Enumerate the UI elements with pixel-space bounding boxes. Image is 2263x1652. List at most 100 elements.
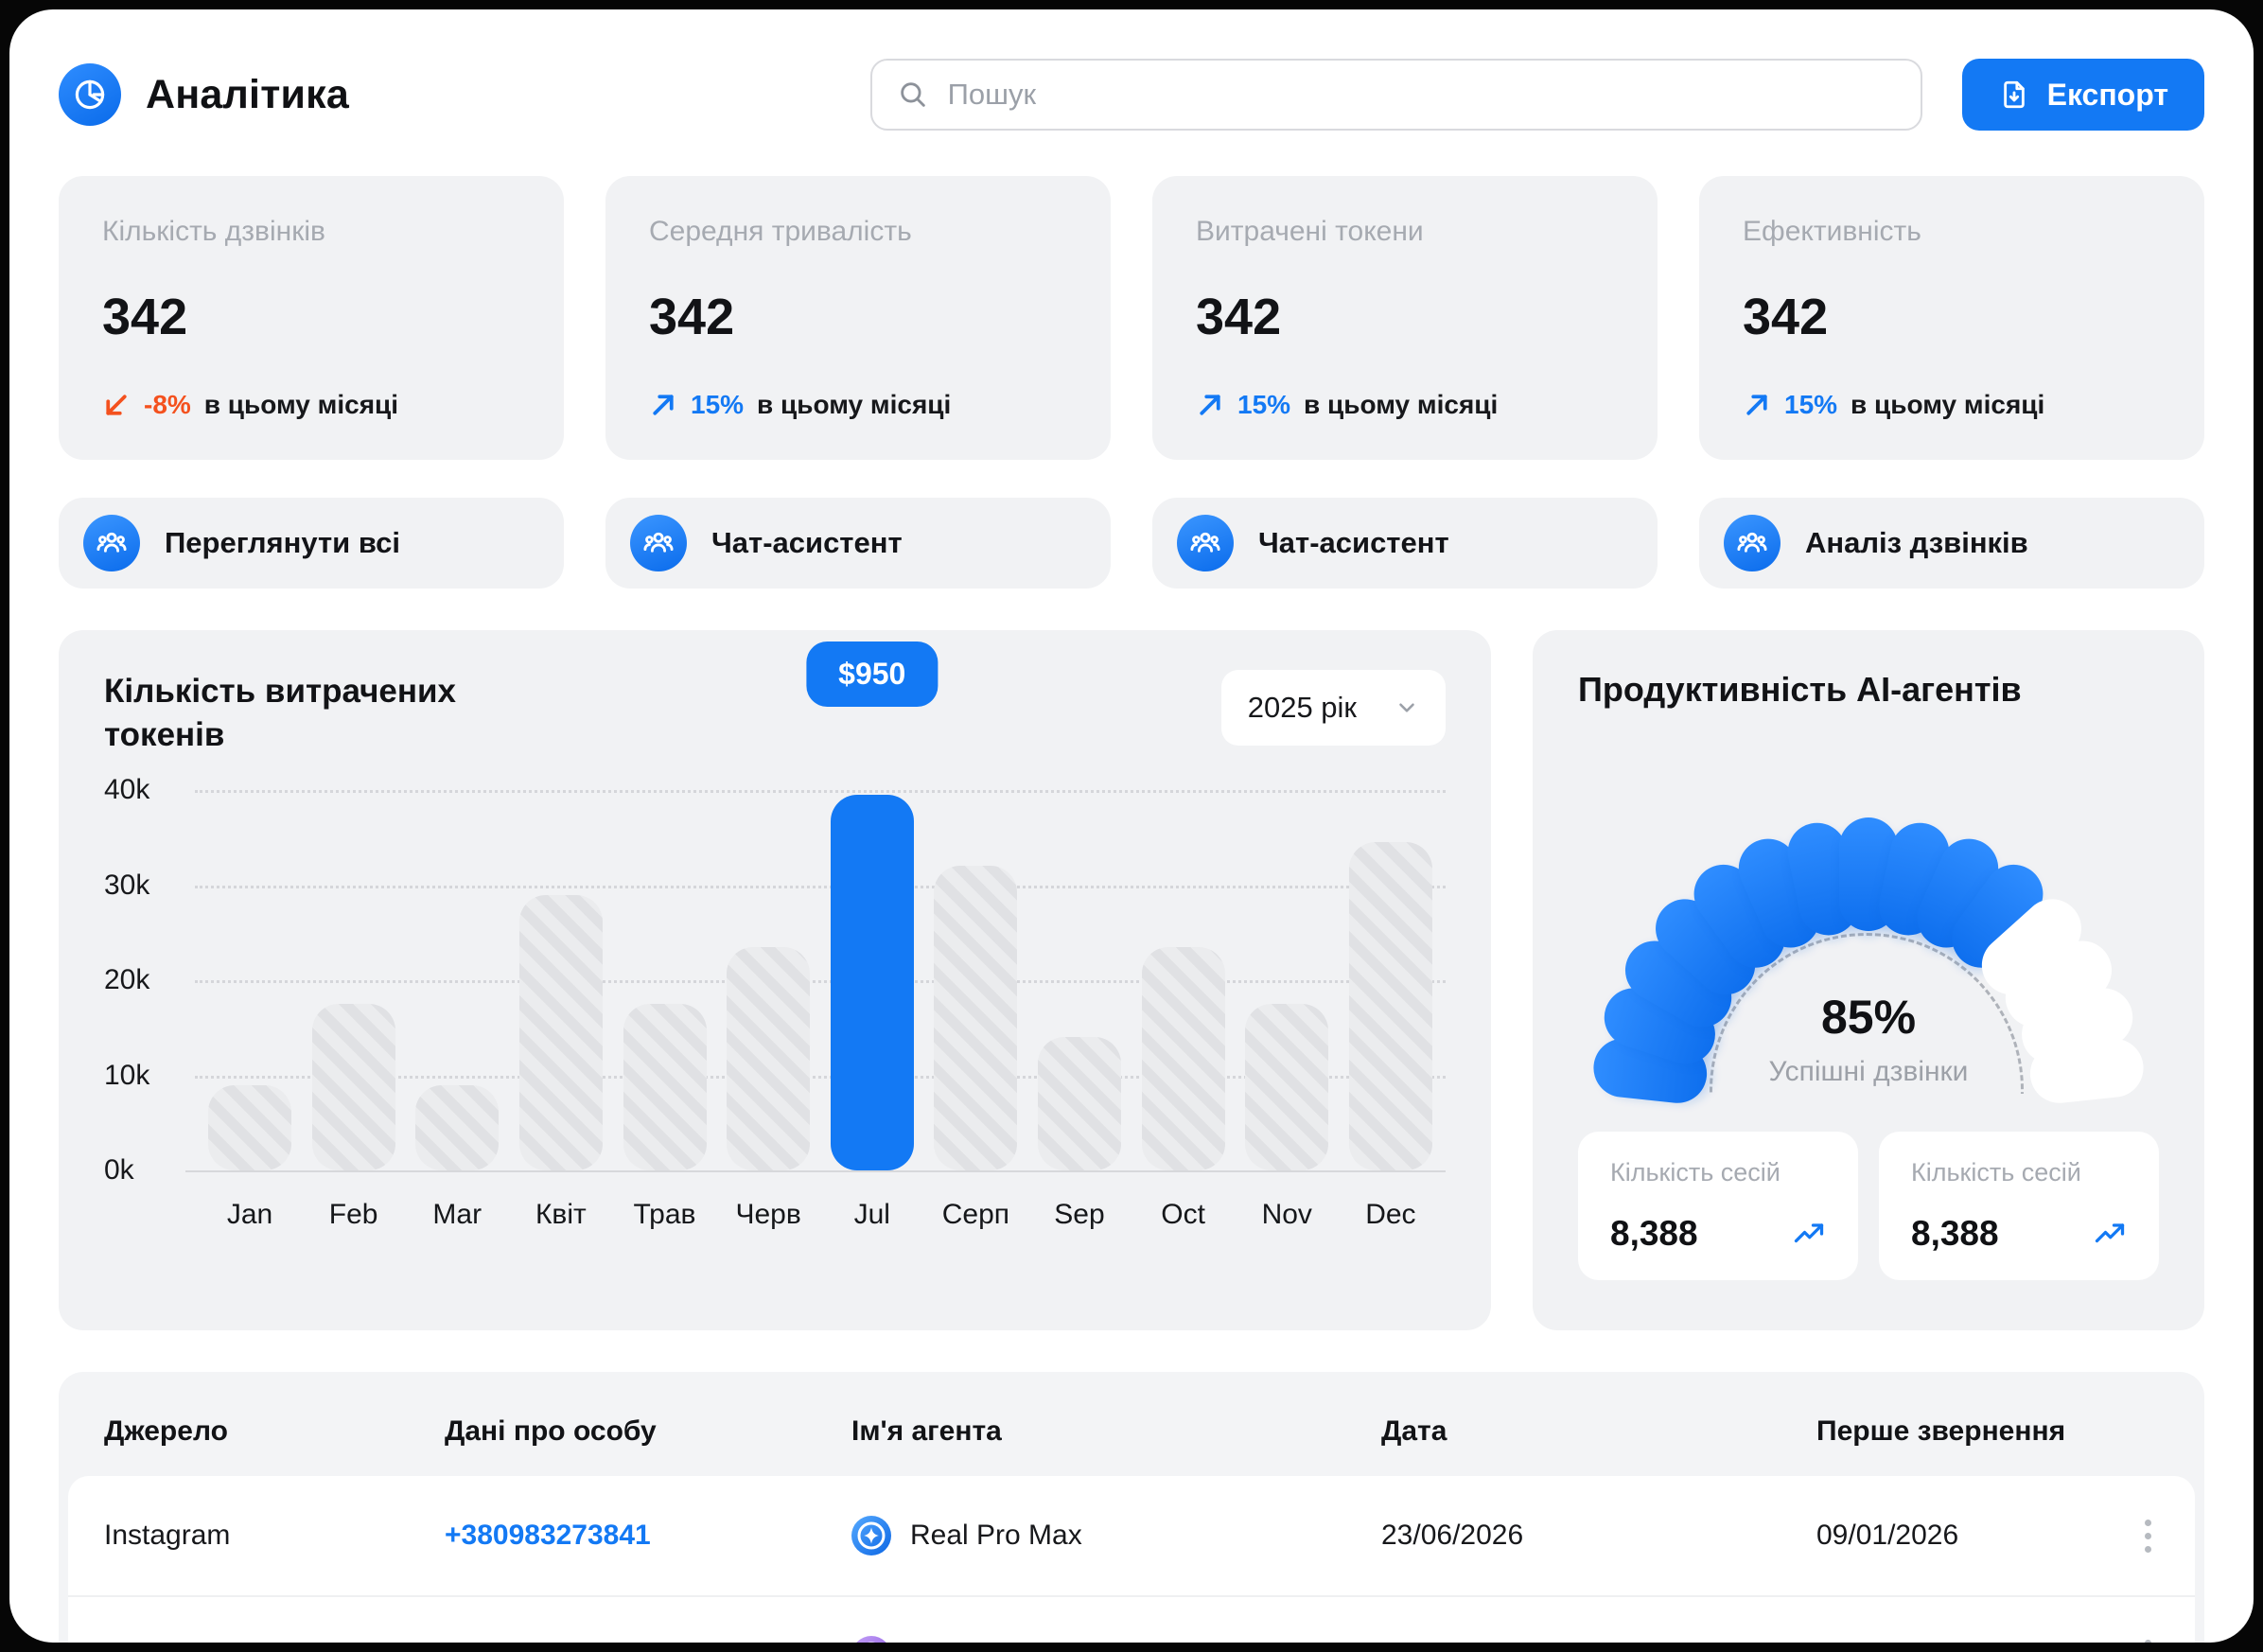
row-menu-kebab-icon[interactable]: [2137, 1512, 2159, 1560]
y-tick-label: 0k: [104, 1154, 134, 1186]
search-input[interactable]: [946, 77, 1896, 113]
app-logo: [59, 63, 121, 126]
bar-column-Oct[interactable]: [1142, 790, 1225, 1170]
cell-contact-phone[interactable]: +380983273841: [445, 1520, 851, 1552]
session-mini-cards: Кількість сесій 8,388 Кількість сесій 8,…: [1578, 1132, 2159, 1280]
cell-contact-phone[interactable]: +380983273841: [445, 1640, 851, 1643]
bar[interactable]: [623, 1004, 707, 1170]
row-menu-kebab-icon[interactable]: [2137, 1632, 2159, 1643]
bar-column-Nov[interactable]: [1245, 790, 1328, 1170]
quick-action-label: Чат-асистент: [1258, 526, 1449, 560]
quick-action-label: Переглянути всі: [165, 526, 400, 560]
pie-chart-icon: [72, 77, 108, 113]
bar-column-Jan[interactable]: [208, 790, 291, 1170]
table-row[interactable]: Instagram +380983273841 Real Pro: [68, 1476, 2195, 1595]
search-bar[interactable]: [870, 59, 1922, 131]
users-group-icon: [1724, 515, 1781, 571]
cell-agent: Real Pro Max: [851, 1516, 1381, 1555]
bar[interactable]: [1349, 842, 1432, 1170]
bar[interactable]: [727, 947, 810, 1170]
y-tick-label: 40k: [104, 774, 149, 806]
stat-value: 342: [102, 288, 520, 346]
agent-badge-icon: [851, 1516, 891, 1555]
export-file-download-icon: [1998, 79, 2030, 111]
agent-name: Не Real Pro Max: [910, 1640, 1126, 1643]
delta-text: в цьому місяці: [1851, 390, 2044, 420]
trend-arrow-icon: [1743, 391, 1771, 419]
cell-source: Телефонія: [104, 1640, 445, 1643]
stat-delta: 15% в цьому місяці: [649, 390, 1067, 420]
table-row[interactable]: Телефонія +380983273841 Не Real P: [68, 1595, 2195, 1643]
x-tick-label: Feb: [312, 1199, 395, 1231]
stat-delta: -8% в цьому місяці: [102, 390, 520, 420]
sessions-card-2: Кількість сесій 8,388: [1879, 1132, 2159, 1280]
bar-column-Jul[interactable]: $950: [831, 790, 914, 1170]
cell-first-contact: 09/01/2026: [1816, 1520, 2112, 1552]
quick-action-view-all[interactable]: Переглянути всі: [59, 498, 564, 589]
gauge-chart: 85% Успішні дзвінки: [1578, 734, 2159, 1094]
stat-card-tokens: Витрачені токени 342 15% в цьому місяці: [1152, 176, 1658, 460]
sessions-value: 8,388: [1610, 1214, 1698, 1254]
year-dropdown[interactable]: 2025 рік: [1221, 670, 1446, 746]
contacts-table-card: Джерело Дані про особу Ім'я агента Дата …: [59, 1372, 2204, 1643]
quick-action-chat-assistant-2[interactable]: Чат-асистент: [1152, 498, 1658, 589]
stat-value: 342: [649, 288, 1067, 346]
y-tick-label: 20k: [104, 964, 149, 996]
stat-cards-row: Кількість дзвінків 342 -8% в цьому місяц…: [59, 176, 2204, 460]
bar[interactable]: [1245, 1004, 1328, 1170]
top-bar: Аналітика Експорт: [59, 59, 2204, 131]
quick-action-chat-assistant-1[interactable]: Чат-асистент: [605, 498, 1111, 589]
cell-source: Instagram: [104, 1520, 445, 1552]
export-button[interactable]: Експорт: [1962, 59, 2204, 131]
sessions-label: Кількість сесій: [1911, 1158, 2127, 1187]
bar[interactable]: [1038, 1037, 1121, 1170]
x-tick-label: Nov: [1245, 1199, 1328, 1231]
delta-percent: 15%: [1784, 390, 1837, 420]
trend-arrow-icon: [649, 391, 677, 419]
bar-column-Mar[interactable]: [415, 790, 499, 1170]
export-button-label: Експорт: [2047, 78, 2168, 113]
gauge-center-text: 85% Успішні дзвінки: [1679, 990, 2058, 1088]
bar[interactable]: [415, 1085, 499, 1170]
stat-card-calls: Кількість дзвінків 342 -8% в цьому місяц…: [59, 176, 564, 460]
bar-column-Серп[interactable]: [934, 790, 1017, 1170]
bar-column-Квіт[interactable]: [519, 790, 603, 1170]
cell-date: 23/06/2026: [1381, 1520, 1816, 1552]
bar[interactable]: [519, 895, 603, 1170]
trend-arrow-icon: [1196, 391, 1224, 419]
stat-card-duration: Середня тривалість 342 15% в цьому місяц…: [605, 176, 1111, 460]
stat-value: 342: [1196, 288, 1614, 346]
bar-highlighted[interactable]: [831, 795, 914, 1170]
bar[interactable]: [312, 1004, 395, 1170]
x-tick-label: Dec: [1349, 1199, 1432, 1231]
bar-column-Feb[interactable]: [312, 790, 395, 1170]
x-tick-label: Серп: [934, 1199, 1017, 1231]
bar[interactable]: [208, 1085, 291, 1170]
column-header-first-contact: Перше звернення: [1816, 1415, 2112, 1448]
gauge-card-title: Продуктивність AI-агентів: [1578, 670, 2159, 710]
users-group-icon: [1177, 515, 1234, 571]
bar-column-Черв[interactable]: [727, 790, 810, 1170]
bar[interactable]: [1142, 947, 1225, 1170]
bar-column-Dec[interactable]: [1349, 790, 1432, 1170]
delta-percent: 15%: [1237, 390, 1290, 420]
cell-agent: Не Real Pro Max: [851, 1636, 1381, 1643]
stat-label: Кількість дзвінків: [102, 216, 520, 248]
main-row: Кількість витрачених токенів 2025 рік 40…: [59, 630, 2204, 1330]
trend-arrow-icon: [102, 391, 131, 419]
agent-badge-icon: [851, 1636, 891, 1643]
users-group-icon: [83, 515, 140, 571]
column-header-agent: Ім'я агента: [851, 1415, 1381, 1448]
bar-column-Трав[interactable]: [623, 790, 707, 1170]
bar[interactable]: [934, 866, 1017, 1170]
quick-action-label: Чат-асистент: [711, 526, 903, 560]
year-dropdown-value: 2025 рік: [1248, 691, 1357, 725]
stat-label: Ефективність: [1743, 216, 2161, 248]
x-axis-line: [185, 1170, 1446, 1172]
cell-date: 23/06/2026: [1381, 1640, 1816, 1643]
bar-column-Sep[interactable]: [1038, 790, 1121, 1170]
quick-actions-row: Переглянути всі Чат-асистент Чат-асист: [59, 498, 2204, 589]
stat-label: Середня тривалість: [649, 216, 1067, 248]
x-tick-label: Jul: [831, 1199, 914, 1231]
quick-action-call-analysis[interactable]: Аналіз дзвінків: [1699, 498, 2204, 589]
